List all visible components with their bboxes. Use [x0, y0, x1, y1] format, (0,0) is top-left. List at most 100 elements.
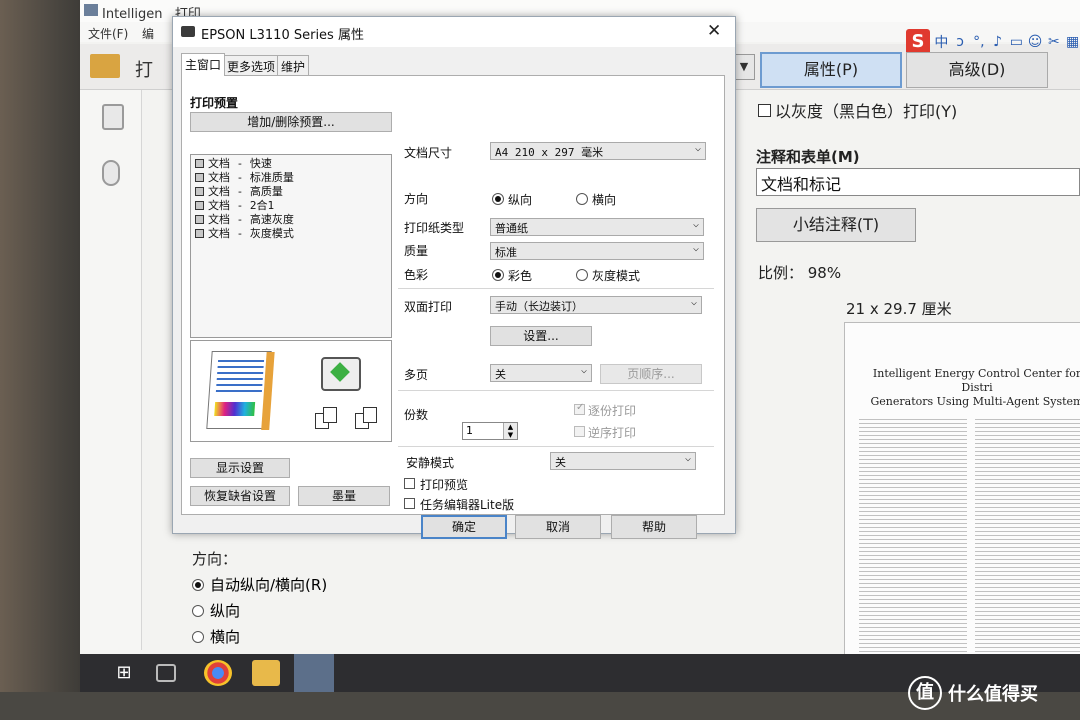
job-arranger-checkbox[interactable]: [404, 498, 415, 509]
restore-defaults-button[interactable]: 恢复缺省设置: [190, 486, 290, 506]
grayscale-checkbox[interactable]: 以灰度（黑白色）打印(Y): [758, 98, 957, 122]
orientation-title: 方向：: [192, 550, 238, 568]
ime-grid-icon[interactable]: ▦: [1065, 34, 1080, 50]
list-item[interactable]: 文档 - 灰度模式: [195, 225, 294, 241]
ime-mic-icon[interactable]: ♪: [990, 34, 1005, 50]
add-remove-presets-button[interactable]: 增加/删除预置...: [190, 112, 392, 132]
toolbar-label: 打: [135, 60, 153, 81]
reverse-order-checkbox[interactable]: [574, 426, 585, 437]
radio-selected[interactable]: [192, 578, 204, 591]
dialog-body: 主窗口 更多选项 维护 打印预置 增加/删除预置... 文档 - 快速 文档 -…: [173, 47, 735, 539]
quality-label: 质量: [404, 244, 429, 258]
tab-more-options[interactable]: 更多选项: [223, 55, 280, 75]
ok-button[interactable]: 确定: [421, 515, 507, 539]
chevron-down-icon: ⌵: [684, 453, 691, 464]
printer-icon: [181, 26, 195, 37]
grayscale-radio[interactable]: [576, 269, 588, 281]
tab-maintenance[interactable]: 维护: [277, 55, 310, 75]
page-order-button[interactable]: 页顺序...: [600, 364, 702, 384]
folder-icon[interactable]: [90, 54, 120, 78]
pdf-app-icon[interactable]: [294, 654, 334, 692]
portrait-radio[interactable]: [492, 193, 504, 205]
show-settings-button[interactable]: 显示设置: [190, 458, 290, 478]
preview-text-column-left: [859, 419, 967, 679]
ime-punct-icon[interactable]: °,: [971, 34, 986, 50]
collate-checkbox[interactable]: [574, 402, 585, 415]
duplex-settings-button[interactable]: 设置...: [490, 326, 592, 346]
ime-keyboard-icon[interactable]: ▭: [1009, 34, 1024, 50]
scale-readout: 比例： 98%: [758, 264, 842, 282]
chevron-down-icon: ⌵: [694, 143, 701, 154]
orientation-portrait-option[interactable]: 纵向: [192, 600, 240, 621]
duplex-select[interactable]: 手动（长边装订） ⌵: [490, 296, 702, 314]
printer-graphic-icon: [321, 357, 361, 391]
tab-main[interactable]: 主窗口: [181, 53, 226, 76]
paperclip-icon[interactable]: [102, 160, 120, 186]
quiet-mode-label: 安静模式: [406, 456, 455, 470]
two-in-one-icon: [195, 201, 204, 210]
color-option-label: 彩色: [508, 269, 533, 283]
cancel-button[interactable]: 取消: [515, 515, 601, 539]
task-view-icon[interactable]: [156, 664, 176, 682]
menu-file[interactable]: 文件(F): [88, 25, 128, 42]
paper-size-readout: 21 x 29.7 厘米: [846, 300, 952, 318]
properties-button[interactable]: 属性(P): [760, 52, 902, 88]
menu-edit[interactable]: 编: [142, 25, 154, 42]
print-preview-checkbox[interactable]: [404, 478, 415, 489]
grayscale-label: 以灰度（黑白色）打印(Y): [775, 102, 958, 121]
spinner-arrows-icon[interactable]: ▲ ▼: [503, 423, 517, 439]
quiet-mode-select[interactable]: 关 ⌵: [550, 452, 696, 470]
advanced-button[interactable]: 高级(D): [906, 52, 1048, 88]
orientation-auto-option[interactable]: 自动纵向/横向(R): [192, 574, 327, 595]
chrome-icon[interactable]: [204, 660, 232, 686]
color-radio[interactable]: [492, 269, 504, 281]
portrait-label: 纵向: [508, 193, 533, 207]
preview-text-column-right: [975, 419, 1080, 679]
reverse-order-label: 逆序打印: [588, 426, 637, 440]
printer-dropdown-arrow[interactable]: ▼: [733, 54, 755, 80]
ime-chinese-icon[interactable]: 中: [934, 32, 949, 52]
help-button[interactable]: 帮助: [611, 515, 697, 539]
multipage-label: 多页: [404, 368, 429, 382]
ink-levels-button[interactable]: 墨量: [298, 486, 390, 506]
document-preview-icon: [206, 351, 275, 430]
summarize-comments-button[interactable]: 小结注释(T): [756, 208, 916, 242]
ime-moon-icon[interactable]: ɔ: [953, 34, 968, 50]
dialog-title: EPSON L3110 Series 属性: [201, 28, 364, 43]
document-icon: [195, 159, 204, 168]
copies-label: 份数: [404, 408, 429, 422]
annotations-select[interactable]: 文档和标记: [756, 168, 1080, 196]
radio[interactable]: [192, 630, 204, 643]
quality-select[interactable]: 标准 ⌵: [490, 242, 704, 260]
file-explorer-icon[interactable]: [252, 660, 280, 686]
page-stack-icon: [363, 407, 377, 423]
close-icon[interactable]: ✕: [707, 21, 721, 41]
paper-type-select[interactable]: 普通纸 ⌵: [490, 218, 704, 236]
document-size-label: 文档尺寸: [404, 146, 453, 160]
copies-input[interactable]: 1 ▲ ▼: [462, 422, 518, 440]
ime-user-icon[interactable]: ☺: [1028, 34, 1043, 50]
divider: [398, 390, 714, 391]
document-icon: [195, 229, 204, 238]
orientation-landscape-option[interactable]: 横向: [192, 626, 240, 647]
pages-icon[interactable]: [102, 104, 124, 130]
presets-list[interactable]: 文档 - 快速 文档 - 标准质量 文档 - 高质量 文档 - 2合1 文档 -…: [190, 154, 392, 338]
divider: [398, 288, 714, 289]
checkbox-box[interactable]: [758, 103, 771, 117]
print-preview-page: Intelligent Energy Control Center for Di…: [844, 322, 1080, 679]
paper-type-label: 打印纸类型: [404, 221, 465, 235]
radio[interactable]: [192, 604, 204, 617]
chevron-down-icon: ⌵: [692, 219, 699, 230]
landscape-radio[interactable]: [576, 193, 588, 205]
document-size-select[interactable]: A4 210 x 297 毫米 ⌵: [490, 142, 706, 160]
document-icon: [195, 173, 204, 182]
ime-tools-icon[interactable]: ✂: [1046, 34, 1061, 50]
chevron-down-icon: ⌵: [580, 365, 587, 376]
print-presets-title: 打印预置: [190, 96, 239, 110]
collate-label: 逐份打印: [588, 404, 637, 418]
multipage-select[interactable]: 关 ⌵: [490, 364, 592, 382]
orientation-landscape-label: 横向: [210, 628, 241, 646]
printer-properties-dialog: EPSON L3110 Series 属性 ✕ 主窗口 更多选项 维护 打印预置…: [172, 16, 736, 539]
job-arranger-label: 任务编辑器Lite版: [420, 498, 515, 512]
windows-start-icon[interactable]: ⊞: [110, 660, 138, 686]
